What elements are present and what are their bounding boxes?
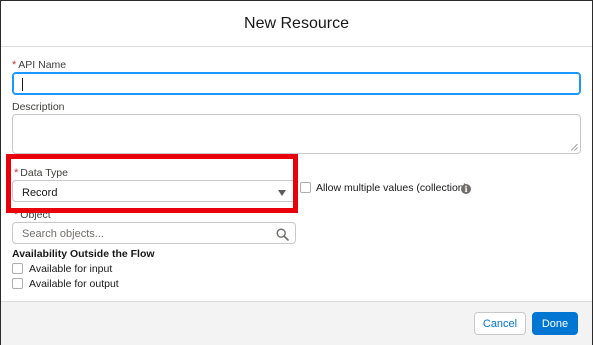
new-resource-modal: New Resource * API Name Description * Data…	[0, 0, 593, 345]
available-for-input-label: Available for input	[29, 263, 113, 275]
modal-body: * API Name Description * Data Type Record …	[1, 47, 592, 301]
object-label-text: Object	[20, 209, 51, 221]
modal-title: New Resource	[244, 14, 349, 32]
allow-multiple-label: Allow multiple values (collection)	[316, 182, 468, 194]
description-textarea[interactable]	[12, 114, 581, 154]
required-marker: *	[14, 209, 19, 221]
cancel-button[interactable]: Cancel	[474, 312, 526, 335]
allow-multiple-checkbox[interactable]	[300, 182, 311, 193]
modal-footer: Cancel Done	[1, 301, 592, 345]
api-name-label: * API Name	[12, 59, 66, 71]
done-button[interactable]: Done	[532, 312, 578, 335]
resize-handle-icon[interactable]	[570, 143, 578, 151]
available-for-output-label: Available for output	[29, 278, 119, 290]
object-search-input[interactable]: Search objects...	[12, 222, 296, 244]
object-search-placeholder: Search objects...	[22, 228, 104, 240]
api-name-input[interactable]	[12, 72, 581, 95]
data-type-selected-value: Record	[22, 187, 58, 199]
available-for-output-checkbox[interactable]	[12, 278, 23, 289]
data-type-select[interactable]: Record	[12, 180, 296, 202]
modal-header: New Resource	[1, 1, 592, 47]
data-type-label: * Data Type	[14, 167, 68, 179]
info-icon[interactable]: i	[461, 184, 471, 194]
object-label: * Object	[14, 209, 51, 221]
text-caret	[22, 78, 23, 91]
required-marker: *	[12, 59, 17, 71]
data-type-label-text: Data Type	[20, 167, 68, 179]
description-label: Description	[12, 101, 65, 113]
required-marker: *	[14, 167, 19, 179]
chevron-down-icon	[278, 190, 286, 196]
available-for-input-checkbox[interactable]	[12, 263, 23, 274]
search-icon[interactable]	[276, 228, 289, 241]
api-name-label-text: API Name	[18, 59, 67, 71]
availability-heading: Availability Outside the Flow	[12, 248, 155, 260]
